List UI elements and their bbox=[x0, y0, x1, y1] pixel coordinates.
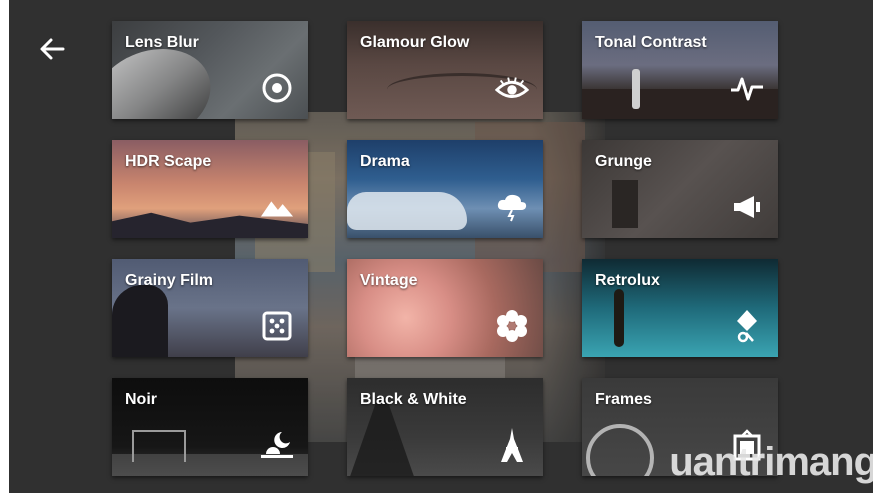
filter-label: Retrolux bbox=[595, 272, 660, 289]
filter-tile-glamour-glow[interactable]: Glamour Glow bbox=[347, 21, 543, 119]
tile-photo bbox=[612, 180, 638, 228]
filter-label: Black & White bbox=[360, 391, 467, 408]
tile-photo bbox=[614, 289, 624, 347]
filter-label: HDR Scape bbox=[125, 153, 212, 170]
filter-label: Frames bbox=[595, 391, 652, 408]
eye-icon bbox=[495, 71, 529, 105]
filter-label: Vintage bbox=[360, 272, 418, 289]
target-icon bbox=[260, 71, 294, 105]
filter-label: Noir bbox=[125, 391, 157, 408]
tile-photo bbox=[586, 424, 654, 476]
filter-tile-grainy-film[interactable]: Grainy Film bbox=[112, 259, 308, 357]
filter-label: Glamour Glow bbox=[360, 34, 470, 51]
arrow-left-icon bbox=[40, 38, 65, 60]
mountains-icon bbox=[260, 190, 294, 224]
filter-tile-vintage[interactable]: Vintage bbox=[347, 259, 543, 357]
filter-screen: Lens Blur Glamour Glow Tonal Contrast HD… bbox=[9, 0, 873, 493]
filter-tile-lens-blur[interactable]: Lens Blur bbox=[112, 21, 308, 119]
filter-label: Grunge bbox=[595, 153, 652, 170]
filter-tile-retrolux[interactable]: Retrolux bbox=[582, 259, 778, 357]
eiffel-tower-icon bbox=[495, 428, 529, 462]
filter-label: Grainy Film bbox=[125, 272, 214, 289]
tile-photo-goalpost bbox=[132, 430, 186, 462]
filter-tile-drama[interactable]: Drama bbox=[347, 140, 543, 238]
filter-tile-hdr-scape[interactable]: HDR Scape bbox=[112, 140, 308, 238]
filter-tile-tonal-contrast[interactable]: Tonal Contrast bbox=[582, 21, 778, 119]
dice-icon bbox=[260, 309, 294, 343]
filter-label: Tonal Contrast bbox=[595, 34, 707, 51]
filter-tile-grunge[interactable]: Grunge bbox=[582, 140, 778, 238]
pulse-icon bbox=[730, 71, 764, 105]
tile-photo bbox=[112, 285, 168, 357]
tile-photo bbox=[347, 398, 418, 476]
watermark: uantrimang bbox=[669, 440, 873, 484]
filter-label: Lens Blur bbox=[125, 34, 199, 51]
filter-label: Drama bbox=[360, 153, 410, 170]
back-button[interactable] bbox=[37, 34, 67, 64]
moon-sunset-icon bbox=[260, 428, 294, 462]
tile-photo-figure bbox=[632, 69, 640, 109]
flower-icon bbox=[495, 309, 529, 343]
tile-photo bbox=[347, 192, 467, 230]
storm-cloud-icon bbox=[495, 190, 529, 224]
filter-tile-black-white[interactable]: Black & White bbox=[347, 378, 543, 476]
pin-icon bbox=[730, 309, 764, 343]
filter-tile-noir[interactable]: Noir bbox=[112, 378, 308, 476]
megaphone-icon bbox=[730, 190, 764, 224]
